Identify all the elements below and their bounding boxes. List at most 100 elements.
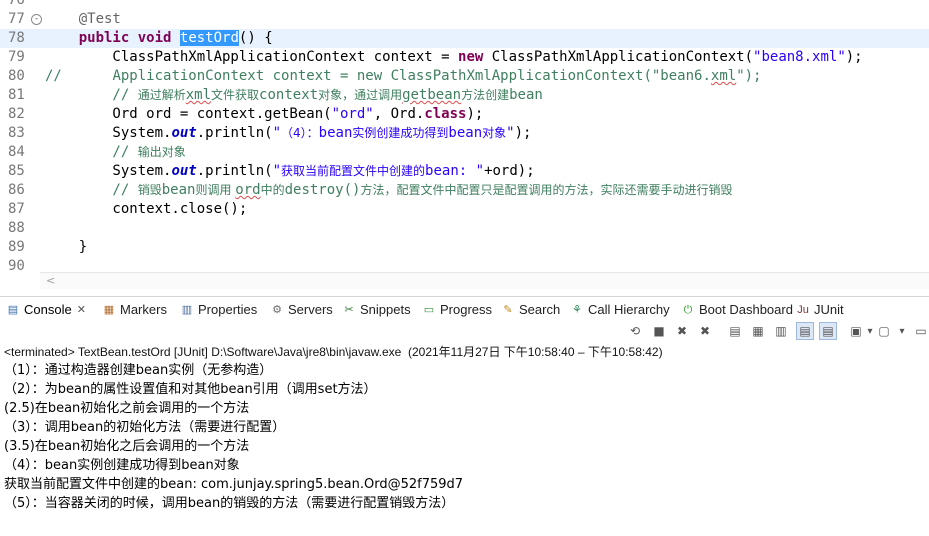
tab-progress[interactable]: ▭ Progress — [422, 301, 492, 319]
open-console-dropdown-icon[interactable]: ▾ — [898, 323, 906, 339]
code-token: 获取当前配置文件中创建的 — [281, 164, 426, 178]
code-line[interactable]: 87 context.close(); — [0, 200, 929, 219]
code-token: "ord" — [331, 106, 374, 122]
tab-servers[interactable]: ⚙ Servers — [270, 301, 333, 319]
selected-token: testOrd — [179, 30, 239, 46]
code-token: 输出对象 — [137, 145, 186, 159]
code-token: @Test — [78, 11, 121, 27]
code-line[interactable]: 77- @Test — [0, 10, 929, 29]
terminate-icon[interactable]: ■ — [651, 323, 667, 339]
tab-junit[interactable]: Ju JUnit — [796, 301, 843, 319]
tab-console[interactable]: ▤ Console ✕ — [6, 301, 86, 319]
code-token: bean — [509, 87, 543, 103]
code-token: ); — [514, 125, 532, 141]
code-line[interactable]: 84 // 输出对象 — [0, 143, 929, 162]
line-number: 78 — [8, 30, 25, 46]
code-token: 销毁 — [137, 183, 162, 197]
code-token: context — [259, 87, 319, 103]
code-token: 方法创建 — [461, 88, 510, 102]
line-number: 88 — [8, 220, 25, 236]
code-text: // 通过解析xml文件获取context对象，通过调用getbean方法创建b… — [45, 86, 543, 105]
close-tab-icon[interactable]: ✕ — [77, 301, 86, 319]
console-output-line: （3）：调用bean的初始化方法（需要进行配置） — [4, 420, 286, 435]
remove-launch-icon[interactable]: ✖ — [674, 323, 690, 339]
code-line[interactable]: 85 System.out.println("获取当前配置文件中创建的bean:… — [0, 162, 929, 181]
scroll-left-icon[interactable]: < — [46, 274, 55, 287]
tab-label: Console — [24, 302, 72, 317]
tab-call-hierarchy[interactable]: ⚘ Call Hierarchy — [570, 301, 670, 319]
tab-markers[interactable]: ▦ Markers — [102, 301, 167, 319]
tab-snippets[interactable]: ✂ Snippets — [342, 301, 411, 319]
code-token: // — [45, 182, 138, 198]
fold-toggle-icon[interactable]: - — [31, 14, 42, 25]
clear-console-icon[interactable]: ▤ — [727, 323, 743, 339]
console-toolbar: ⟲ ■ ✖ ✖ ▤ ▦ ▥ ▤ ▤ ▣ ▾ ▢ ▾ ▭ — [0, 320, 929, 342]
code-line[interactable]: 80 // ApplicationContext context = new Cl… — [0, 67, 929, 86]
code-token: out — [171, 163, 197, 179]
tab-label: Markers — [120, 302, 167, 317]
code-token: new — [458, 49, 484, 65]
code-token: 中的 — [260, 183, 285, 197]
code-token: "bean8.xml" — [753, 49, 846, 65]
code-line[interactable]: 83 System.out.println("（4）：bean实例创建成功得到b… — [0, 124, 929, 143]
word-wrap-icon[interactable]: ▥ — [773, 323, 789, 339]
view-tab-bar: ▤ Console ✕ ▦ Markers ▥ Properties ⚙ Servers ✂ Sni… — [0, 296, 929, 321]
code-line[interactable]: 79 ClassPathXmlApplicationContext contex… — [0, 48, 929, 67]
code-token: bean — [448, 125, 483, 141]
code-token: "); — [736, 68, 762, 84]
console-output-line: 获取当前配置文件中创建的bean: com.junjay.spring5.bea… — [4, 477, 464, 492]
line-number: 76 — [8, 0, 25, 8]
code-text: System.out.println("获取当前配置文件中创建的bean: "+… — [45, 162, 534, 181]
code-token: xml — [185, 87, 212, 103]
code-token: " — [506, 125, 515, 141]
open-console-icon[interactable]: ▢ — [876, 323, 892, 339]
code-line[interactable]: 86 // 销毁bean则调用 ord中的destroy()方法，配置文件中配置… — [0, 181, 929, 200]
code-text: System.out.println("（4）：bean实例创建成功得到bean… — [45, 124, 531, 143]
code-token: bean — [161, 182, 196, 198]
code-token: // — [45, 68, 113, 84]
scroll-lock-icon[interactable]: ▦ — [750, 323, 766, 339]
code-text: @Test — [45, 10, 121, 29]
remove-all-terminated-icon[interactable]: ✖ — [697, 323, 713, 339]
code-token: 对象，通过调用 — [318, 88, 403, 102]
code-token: , Ord. — [373, 106, 425, 122]
code-line[interactable]: 88 — [0, 219, 929, 238]
show-on-stdout-icon[interactable]: ▤ — [796, 322, 814, 340]
minimize-icon[interactable]: ▭ — [913, 323, 929, 339]
tab-label: Boot Dashboard — [699, 302, 793, 317]
tab-search[interactable]: ✎ Search — [501, 301, 560, 319]
tab-properties[interactable]: ▥ Properties — [180, 301, 257, 319]
display-console-icon[interactable]: ▣ — [848, 323, 864, 339]
tab-boot-dashboard[interactable]: ⏻ Boot Dashboard — [681, 301, 793, 319]
editor-horizontal-scrollbar[interactable]: < — [40, 272, 929, 289]
show-on-stderr-icon[interactable]: ▤ — [819, 322, 837, 340]
tab-label: Properties — [198, 302, 258, 317]
code-editor[interactable]: 76 77- @Test 78 public void testOrd() {79 … — [0, 0, 929, 290]
tab-label: Servers — [288, 302, 333, 317]
code-token: public — [78, 30, 130, 46]
code-line[interactable]: 78 public void testOrd() { — [0, 29, 929, 48]
code-line[interactable]: 89 } — [0, 238, 929, 257]
tab-label: Snippets — [360, 302, 411, 317]
code-token: class — [424, 106, 467, 122]
line-number: 89 — [8, 239, 25, 255]
code-line[interactable]: 76 — [0, 0, 929, 10]
code-token: 通过解析 — [137, 88, 186, 102]
code-line[interactable]: 82 Ord ord = context.getBean("ord", Ord.… — [0, 105, 929, 124]
code-line[interactable]: 81 // 通过解析xml文件获取context对象，通过调用getbean方法… — [0, 86, 929, 105]
code-token: } — [45, 239, 88, 255]
code-token: // — [45, 144, 138, 160]
code-token: ClassPathXmlApplicationContext( — [483, 49, 754, 65]
console-launch-description: <terminated> TextBean.testOrd [JUnit] D:… — [4, 345, 663, 359]
code-token: ); — [466, 106, 484, 122]
tab-label: Call Hierarchy — [588, 302, 670, 317]
code-token: ClassPathXmlApplicationContext context = — [45, 49, 459, 65]
progress-icon: ▭ — [423, 304, 435, 316]
display-console-dropdown-icon[interactable]: ▾ — [866, 323, 874, 339]
console-output-line: （1）：通过构造器创建bean实例（无参构造） — [4, 363, 273, 378]
code-token: 方法，配置文件中配置只是配置调用的方法，实际还需要手动进行销毁 — [360, 183, 733, 197]
pin-console-icon[interactable]: ⟲ — [627, 323, 643, 339]
